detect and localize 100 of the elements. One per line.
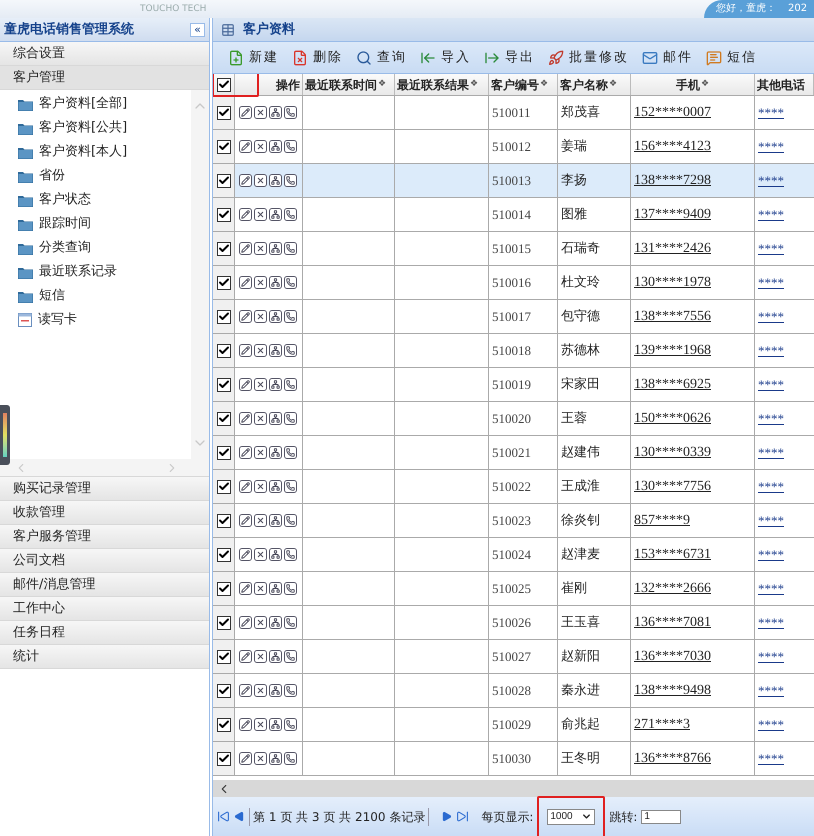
close-icon[interactable] bbox=[254, 310, 267, 323]
phone-icon[interactable] bbox=[284, 310, 297, 323]
pencil-icon[interactable] bbox=[239, 140, 252, 153]
network-icon[interactable] bbox=[269, 310, 282, 323]
network-icon[interactable] bbox=[269, 106, 282, 119]
close-icon[interactable] bbox=[254, 140, 267, 153]
phone-icon[interactable] bbox=[284, 412, 297, 425]
checkbox[interactable] bbox=[216, 344, 230, 358]
checkbox[interactable] bbox=[216, 684, 230, 698]
phone-link[interactable]: 138****7298 bbox=[634, 170, 711, 191]
collapse-button[interactable]: « bbox=[190, 22, 205, 36]
side-handle[interactable] bbox=[0, 405, 10, 465]
phone-icon[interactable] bbox=[284, 718, 297, 731]
pencil-icon[interactable] bbox=[239, 378, 252, 391]
table-row[interactable]: 510025 崔刚 132****2666 **** bbox=[213, 572, 814, 606]
close-icon[interactable] bbox=[254, 446, 267, 459]
column-header[interactable]: 客户编号❖ bbox=[489, 74, 558, 95]
last-page-icon[interactable] bbox=[456, 810, 470, 823]
accordion-header[interactable]: 客户服务管理 bbox=[0, 525, 209, 549]
checkbox[interactable] bbox=[216, 140, 230, 154]
table-row[interactable]: 510014 图雅 137****9409 **** bbox=[213, 198, 814, 232]
jump-field[interactable]: 1 bbox=[641, 810, 682, 824]
pencil-icon[interactable] bbox=[239, 276, 252, 289]
checkbox[interactable] bbox=[216, 276, 230, 290]
phone-icon[interactable] bbox=[284, 344, 297, 357]
checkbox[interactable] bbox=[216, 242, 230, 256]
phone-link[interactable]: 132****2666 bbox=[634, 578, 711, 599]
table-row[interactable]: 510020 王蓉 150****0626 **** bbox=[213, 402, 814, 436]
phone-icon[interactable] bbox=[284, 650, 297, 663]
table-row[interactable]: 510026 王玉喜 136****7081 **** bbox=[213, 606, 814, 640]
tree-item[interactable]: 读写卡 bbox=[0, 308, 191, 332]
network-icon[interactable] bbox=[269, 718, 282, 731]
column-header[interactable]: 最近联系结果❖ bbox=[395, 74, 489, 95]
table-row[interactable]: 510024 赵津麦 153****6731 **** bbox=[213, 538, 814, 572]
table-row[interactable]: 510019 宋家田 138****6925 **** bbox=[213, 368, 814, 402]
checkbox[interactable] bbox=[216, 310, 230, 324]
phone-icon[interactable] bbox=[284, 378, 297, 391]
tree-item[interactable]: 客户资料[全部] bbox=[0, 92, 191, 116]
close-icon[interactable] bbox=[254, 514, 267, 527]
phone-link[interactable]: **** bbox=[758, 612, 784, 632]
phone-icon[interactable] bbox=[284, 514, 297, 527]
phone-link[interactable]: **** bbox=[758, 102, 784, 122]
phone-link[interactable]: 138****9498 bbox=[634, 680, 711, 701]
checkbox[interactable] bbox=[216, 582, 230, 596]
phone-icon[interactable] bbox=[284, 446, 297, 459]
phone-link[interactable]: 139****1968 bbox=[634, 340, 711, 361]
accordion-header[interactable]: 统计 bbox=[0, 645, 209, 669]
close-icon[interactable] bbox=[254, 684, 267, 697]
close-icon[interactable] bbox=[254, 650, 267, 663]
toolbar-button[interactable]: 导出 bbox=[484, 48, 535, 68]
phone-link[interactable]: **** bbox=[758, 340, 784, 360]
close-icon[interactable] bbox=[254, 616, 267, 629]
pencil-icon[interactable] bbox=[239, 412, 252, 425]
accordion-header[interactable]: 任务日程 bbox=[0, 621, 209, 645]
tree-item[interactable]: 最近联系记录 bbox=[0, 260, 191, 284]
network-icon[interactable] bbox=[269, 344, 282, 357]
phone-link[interactable]: **** bbox=[758, 646, 784, 666]
network-icon[interactable] bbox=[269, 480, 282, 493]
phone-link[interactable]: **** bbox=[758, 306, 784, 326]
checkbox[interactable] bbox=[216, 378, 230, 392]
close-icon[interactable] bbox=[254, 106, 267, 119]
sort-icon[interactable]: ❖ bbox=[470, 78, 478, 92]
checkbox[interactable] bbox=[216, 752, 230, 766]
checkbox[interactable] bbox=[216, 106, 230, 120]
pencil-icon[interactable] bbox=[239, 480, 252, 493]
phone-link[interactable]: 136****8766 bbox=[634, 748, 711, 769]
tree-item[interactable]: 客户资料[本人] bbox=[0, 140, 191, 164]
pencil-icon[interactable] bbox=[239, 446, 252, 459]
pencil-icon[interactable] bbox=[239, 684, 252, 697]
tree-item[interactable]: 省份 bbox=[0, 164, 191, 188]
network-icon[interactable] bbox=[269, 616, 282, 629]
tree-item[interactable]: 跟踪时间 bbox=[0, 212, 191, 236]
phone-link[interactable]: 136****7081 bbox=[634, 612, 711, 633]
accordion-header[interactable]: 客户管理 bbox=[0, 66, 209, 90]
close-icon[interactable] bbox=[254, 378, 267, 391]
checkbox[interactable] bbox=[216, 446, 230, 460]
network-icon[interactable] bbox=[269, 650, 282, 663]
phone-link[interactable]: 153****6731 bbox=[634, 544, 711, 565]
phone-link[interactable]: 138****7556 bbox=[634, 306, 711, 327]
tree-item[interactable]: 客户状态 bbox=[0, 188, 191, 212]
close-icon[interactable] bbox=[254, 208, 267, 221]
toolbar-button[interactable]: 批量修改 bbox=[548, 48, 629, 68]
phone-icon[interactable] bbox=[284, 684, 297, 697]
phone-link[interactable]: **** bbox=[758, 680, 784, 700]
phone-icon[interactable] bbox=[284, 480, 297, 493]
pencil-icon[interactable] bbox=[239, 582, 252, 595]
accordion-header[interactable]: 购买记录管理 bbox=[0, 477, 209, 501]
table-row[interactable]: 510029 俞兆起 271****3 **** bbox=[213, 708, 814, 742]
phone-link[interactable]: **** bbox=[758, 442, 784, 462]
table-row[interactable]: 510017 包守德 138****7556 **** bbox=[213, 300, 814, 334]
phone-link[interactable]: 152****0007 bbox=[634, 102, 711, 123]
toolbar-button[interactable]: 导入 bbox=[420, 48, 471, 68]
phone-link[interactable]: **** bbox=[758, 510, 784, 530]
phone-icon[interactable] bbox=[284, 752, 297, 765]
phone-link[interactable]: 150****0626 bbox=[634, 408, 711, 429]
phone-link[interactable]: 138****6925 bbox=[634, 374, 711, 395]
table-row[interactable]: 510030 王冬明 136****8766 **** bbox=[213, 742, 814, 776]
pencil-icon[interactable] bbox=[239, 344, 252, 357]
table-row[interactable]: 510022 王成淮 130****7756 **** bbox=[213, 470, 814, 504]
phone-icon[interactable] bbox=[284, 106, 297, 119]
